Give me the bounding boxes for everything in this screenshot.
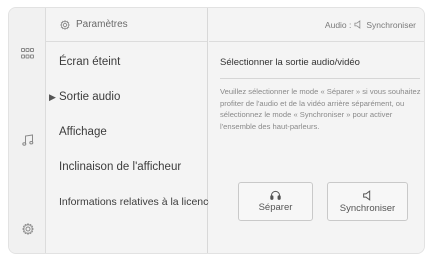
settings-window: Paramètres Écran éteint ▶ Sortie audio A…: [8, 7, 425, 254]
audio-status-mode: Synchroniser: [366, 19, 416, 30]
menu-header: Paramètres: [46, 8, 207, 42]
panel-description: Veuillez sélectionner le mode « Séparer …: [220, 87, 421, 131]
audio-status-prefix: Audio :: [324, 19, 352, 30]
menu-item-affichage[interactable]: Affichage: [46, 115, 207, 149]
apps-grid-icon[interactable]: [9, 38, 46, 68]
music-note-icon[interactable]: [9, 125, 46, 155]
sync-button-label: Synchroniser: [339, 202, 396, 214]
icon-rail: [9, 8, 46, 253]
speaker-icon: [362, 189, 373, 201]
menu-item-label: Inclinaison de l'afficheur: [59, 161, 182, 173]
menu-item-label: Informations relatives à la licence: [59, 196, 215, 208]
screen: Paramètres Écran éteint ▶ Sortie audio A…: [0, 0, 433, 261]
separate-button[interactable]: Séparer: [238, 182, 313, 221]
separate-button-label: Séparer: [258, 202, 293, 213]
speaker-icon: [354, 20, 363, 29]
menu-item-label: Affichage: [59, 126, 107, 138]
menu-item-inclinaison[interactable]: Inclinaison de l'afficheur: [46, 150, 207, 184]
page-title: Paramètres: [76, 19, 128, 30]
settings-menu: Paramètres Écran éteint ▶ Sortie audio A…: [46, 8, 214, 253]
menu-item-label: Écran éteint: [59, 56, 121, 68]
menu-item-sortie-audio[interactable]: ▶ Sortie audio: [46, 80, 207, 114]
audio-status: Audio : Synchroniser: [209, 8, 424, 42]
panel-title: Sélectionner la sortie audio/vidéo: [220, 57, 360, 68]
gear-icon[interactable]: [9, 214, 46, 244]
sync-button[interactable]: Synchroniser: [327, 182, 408, 221]
audio-output-panel: Audio : Synchroniser Sélectionner la sor…: [209, 8, 424, 253]
menu-item-ecran-eteint[interactable]: Écran éteint: [46, 45, 207, 79]
headphones-icon: [270, 190, 281, 200]
menu-item-label: Sortie audio: [59, 91, 121, 103]
divider: [220, 78, 420, 79]
gear-icon: [60, 19, 70, 30]
menu-item-licence[interactable]: Informations relatives à la licence: [46, 185, 214, 219]
selected-arrow-icon: ▶: [49, 91, 56, 102]
